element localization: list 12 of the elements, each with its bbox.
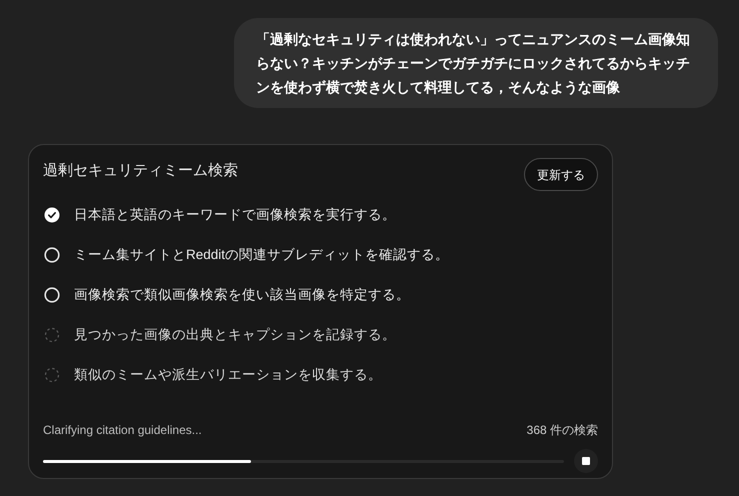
step-text: 見つかった画像の出典とキャプションを記録する。 xyxy=(74,326,396,344)
stop-icon xyxy=(582,457,590,465)
step-text: ミーム集サイトとRedditの関連サブレディットを確認する。 xyxy=(74,246,450,264)
refresh-button[interactable]: 更新する xyxy=(524,158,598,191)
status-text: Clarifying citation guidelines... xyxy=(43,422,202,439)
step-text: 日本語と英語のキーワードで画像検索を実行する。 xyxy=(74,206,396,224)
search-count: 368 件の検索 xyxy=(526,422,598,439)
card-title: 過剰セキュリティミーム検索 xyxy=(43,161,238,181)
stop-button[interactable] xyxy=(574,449,598,473)
user-message: 「過剰なセキュリティは使われない」ってニュアンスのミーム画像知らない？キッチンがチェーンでガチガチにロックされてるからキッチンを使わず横で焚き火して料理してる，そんなような画像 xyxy=(234,18,718,108)
step-text: 類似のミームや派生バリエーションを収集する。 xyxy=(74,366,382,384)
step-text: 画像検索で類似画像検索を使い該当画像を特定する。 xyxy=(74,286,410,304)
